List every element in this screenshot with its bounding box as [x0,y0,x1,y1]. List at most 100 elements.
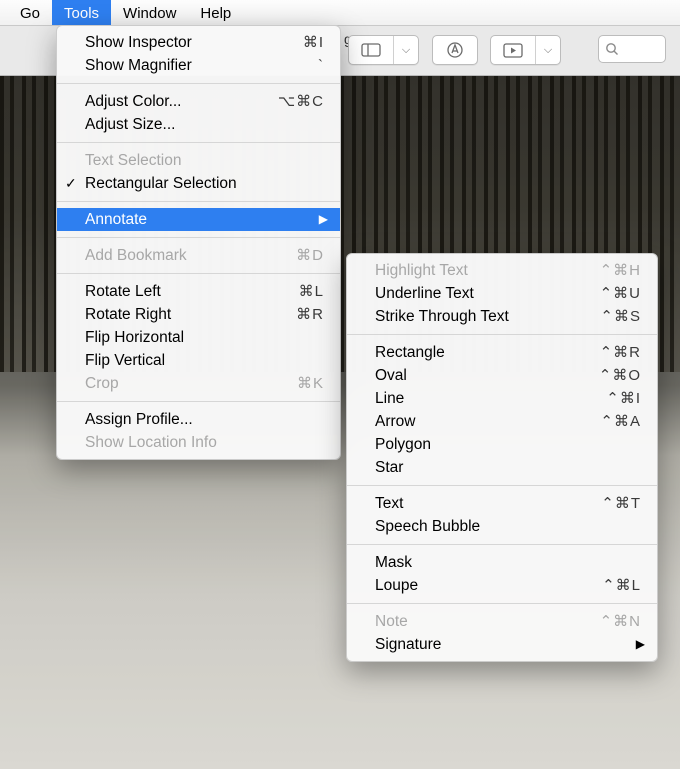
menu-separator [57,83,340,84]
annotate-menu-item-rectangle[interactable]: Rectangle ⌃⌘R [347,341,657,364]
menu-item-shortcut: ⌃⌘L [602,574,641,597]
menu-separator [57,237,340,238]
annotate-menu-item-note: Note ⌃⌘N [347,610,657,633]
submenu-arrow-icon: ▶ [636,633,645,656]
menubar-item-go[interactable]: Go [8,0,52,25]
annotate-menu-item-signature[interactable]: Signature ▶ [347,633,657,656]
slideshow-dropdown-button[interactable]: ⌵ [536,36,560,64]
toolbar-group-view: ⌵ [348,35,419,65]
tools-menu-item-flip-vertical[interactable]: Flip Vertical [57,349,340,372]
sidebar-dropdown-button[interactable]: ⌵ [394,36,418,64]
menubar-item-window[interactable]: Window [111,0,188,25]
tools-menu-item-flip-horizontal[interactable]: Flip Horizontal [57,326,340,349]
menu-item-label: Flip Horizontal [85,329,184,346]
menu-item-label: Signature [375,636,441,653]
menu-item-shortcut: ⌃⌘N [600,610,641,633]
slideshow-button[interactable] [491,36,536,64]
menu-item-label: Rectangle [375,344,445,361]
tools-menu-item-show-location-info: Show Location Info [57,431,340,454]
menu-item-label: Star [375,459,403,476]
tools-menu-item-crop: Crop ⌘K [57,372,340,395]
tools-menu-item-add-bookmark: Add Bookmark⌘D [57,244,340,267]
annotate-menu-item-loupe[interactable]: Loupe ⌃⌘L [347,574,657,597]
menu-item-label: Assign Profile... [85,411,193,428]
menu-separator [347,334,657,335]
menu-item-label: Highlight Text [375,262,468,279]
menu-item-shortcut: ` [318,54,324,77]
markup-button[interactable] [433,36,477,64]
menu-item-label: Note [375,613,408,630]
annotate-menu-item-arrow[interactable]: Arrow⌃⌘A [347,410,657,433]
menu-item-label: Adjust Color... [85,93,182,110]
menu-item-shortcut: ⌘I [303,31,324,54]
submenu-arrow-icon: ▶ [319,208,328,231]
menu-item-label: Underline Text [375,285,474,302]
menu-item-label: Polygon [375,436,431,453]
sidebar-toggle-button[interactable] [349,36,394,64]
menu-item-label: Rotate Right [85,306,171,323]
menu-separator [57,142,340,143]
menu-separator [57,201,340,202]
tools-menu-item-adjust-size[interactable]: Adjust Size... [57,113,340,136]
menu-item-label: Strike Through Text [375,308,509,325]
menu-item-shortcut: ⌃⌘I [606,387,641,410]
annotate-menu-item-speech-bubble[interactable]: Speech Bubble [347,515,657,538]
tools-menu-item-rotate-left[interactable]: Rotate Left ⌘L [57,280,340,303]
menu-item-label: Text Selection [85,152,182,169]
annotate-menu-item-polygon[interactable]: Polygon [347,433,657,456]
tools-menu-item-assign-profile[interactable]: Assign Profile... [57,408,340,431]
annotate-menu-item-mask[interactable]: Mask [347,551,657,574]
tools-menu-item-rotate-right[interactable]: Rotate Right⌘R [57,303,340,326]
annotate-menu-item-line[interactable]: Line ⌃⌘I [347,387,657,410]
play-rect-icon [503,43,523,58]
annotate-menu-item-text[interactable]: Text⌃⌘T [347,492,657,515]
menu-item-shortcut: ⌃⌘H [600,259,641,282]
menu-item-shortcut: ⌃⌘O [599,364,641,387]
menu-item-shortcut: ⌥⌘C [278,90,324,113]
check-icon: ✓ [65,172,77,195]
menu-item-label: Mask [375,554,412,571]
annotate-menu-item-oval[interactable]: Oval ⌃⌘O [347,364,657,387]
annotate-menu-item-star[interactable]: Star [347,456,657,479]
tools-menu-item-text-selection: Text Selection [57,149,340,172]
sidebar-icon [361,43,381,57]
annotate-menu-item-strike-through-text[interactable]: Strike Through Text ⌃⌘S [347,305,657,328]
menu-separator [57,273,340,274]
tools-menu-item-show-magnifier[interactable]: Show Magnifier ` [57,54,340,77]
menubar-item-tools[interactable]: Tools [52,0,111,25]
tools-menu-item-annotate[interactable]: Annotate ▶ [57,208,340,231]
search-icon [605,42,619,56]
tools-menu-item-rectangular-selection[interactable]: ✓ Rectangular Selection [57,172,340,195]
menu-item-label: Show Magnifier [85,57,192,74]
markup-icon [446,41,464,59]
menu-item-shortcut: ⌃⌘T [601,492,641,515]
tools-menu-item-adjust-color[interactable]: Adjust Color... ⌥⌘C [57,90,340,113]
annotate-submenu: Highlight Text⌃⌘HUnderline Text⌃⌘UStrike… [346,253,658,662]
menu-item-label: Arrow [375,413,415,430]
menu-item-label: Oval [375,367,407,384]
search-input[interactable] [598,35,666,63]
menu-item-label: Rotate Left [85,283,161,300]
menu-separator [347,603,657,604]
menu-item-label: Crop [85,375,119,392]
toolbar-group-slideshow: ⌵ [490,35,561,65]
tools-menu: Show Inspector ⌘I Show Magnifier ` Adjust Co… [56,25,341,460]
tools-menu-item-show-inspector[interactable]: Show Inspector ⌘I [57,31,340,54]
menu-item-label: Loupe [375,577,418,594]
menu-item-label: Show Location Info [85,434,217,451]
menu-item-label: Line [375,390,404,407]
menu-item-shortcut: ⌘D [296,244,324,267]
menu-separator [347,544,657,545]
menu-item-shortcut: ⌃⌘R [600,341,641,364]
annotate-menu-item-highlight-text: Highlight Text ⌃⌘H [347,259,657,282]
menu-item-shortcut: ⌘K [297,372,324,395]
menubar: Go Tools Window Help [0,0,680,26]
annotate-menu-item-underline-text[interactable]: Underline Text⌃⌘U [347,282,657,305]
menu-item-shortcut: ⌘L [299,280,324,303]
menu-item-shortcut: ⌃⌘S [600,305,641,328]
menu-item-label: Annotate [85,211,147,228]
menu-item-label: Rectangular Selection [85,175,237,192]
menu-item-label: Show Inspector [85,34,192,51]
menubar-item-help[interactable]: Help [188,0,243,25]
menu-separator [57,401,340,402]
